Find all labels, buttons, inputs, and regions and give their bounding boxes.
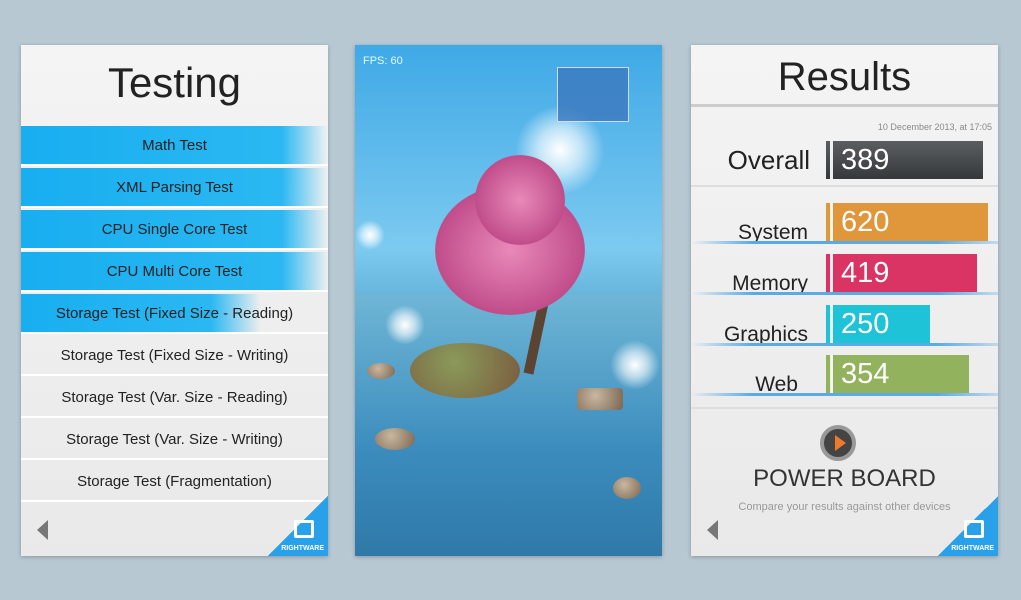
light-orb: [355, 220, 385, 250]
island: [410, 343, 520, 398]
back-arrow-icon[interactable]: [37, 520, 48, 540]
test-item-storage-var-write[interactable]: Storage Test (Var. Size - Writing): [21, 420, 328, 460]
rock: [367, 363, 395, 379]
test-item-cpu-multi[interactable]: CPU Multi Core Test: [21, 252, 328, 292]
test-item-storage-var-read[interactable]: Storage Test (Var. Size - Reading): [21, 378, 328, 418]
overall-label: Overall: [727, 145, 810, 175]
rightware-logo: RIGHTWARE: [938, 496, 998, 556]
system-row[interactable]: System 620: [691, 203, 998, 244]
rightware-logo: RIGHTWARE: [268, 496, 328, 556]
system-score-bar: 620: [826, 203, 988, 241]
play-icon[interactable]: [820, 425, 856, 461]
rock: [577, 388, 623, 410]
results-title: Results: [691, 45, 998, 107]
back-arrow-icon[interactable]: [707, 520, 718, 540]
floating-windows: [557, 67, 629, 122]
test-item-math[interactable]: Math Test: [21, 126, 328, 166]
memory-score-bar: 419: [826, 254, 977, 292]
test-item-storage-fixed-read[interactable]: Storage Test (Fixed Size - Reading): [21, 294, 328, 334]
fps-counter: FPS: 60: [363, 55, 403, 67]
powerboard-logo[interactable]: POWER BOARD: [691, 465, 998, 493]
overall-score-bar: 389: [826, 141, 983, 179]
memory-row[interactable]: Memory 419: [691, 254, 998, 295]
graphics-score-bar: 250: [826, 305, 930, 343]
testing-panel: Testing Math Test XML Parsing Test CPU S…: [21, 45, 328, 556]
rock: [375, 428, 415, 450]
result-date: 10 December 2013, at 17:05: [877, 122, 992, 132]
tree-blossom: [475, 155, 565, 245]
test-item-storage-fixed-write[interactable]: Storage Test (Fixed Size - Writing): [21, 336, 328, 376]
test-item-cpu-single[interactable]: CPU Single Core Test: [21, 210, 328, 250]
light-orb: [610, 340, 660, 390]
graphics-test-scene: FPS: 60: [355, 45, 662, 556]
web-row[interactable]: Web 354: [691, 355, 998, 396]
test-item-xml[interactable]: XML Parsing Test: [21, 168, 328, 208]
light-orb: [385, 305, 425, 345]
testing-title: Testing: [107, 59, 242, 106]
overall-row: Overall 389: [691, 139, 998, 187]
web-score-bar: 354: [826, 355, 969, 393]
rock: [613, 477, 641, 499]
graphics-row[interactable]: Graphics 250: [691, 305, 998, 346]
results-panel: Results 10 December 2013, at 17:05 Overa…: [691, 45, 998, 556]
